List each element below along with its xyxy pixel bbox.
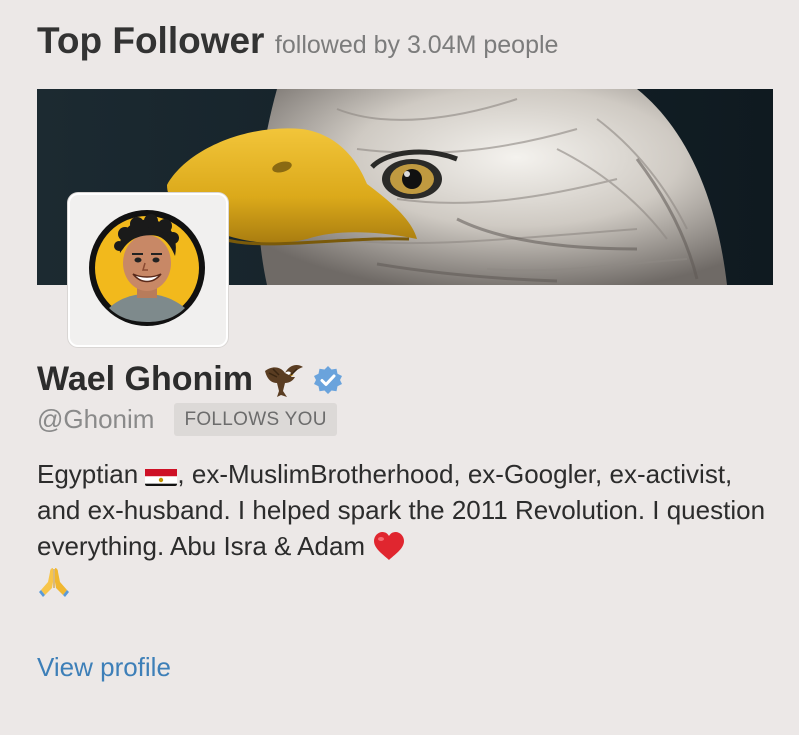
profile-handle-row: @Ghonim FOLLOWS YOU (37, 403, 337, 436)
verified-badge-icon (313, 365, 343, 395)
profile-bio: Egyptian , ex-MuslimBrotherhood, ex-Goog… (37, 456, 767, 601)
top-follower-card: Top Follower followed by 3.04M people Wa… (0, 0, 799, 735)
view-profile-link[interactable]: View profile (37, 652, 171, 683)
egypt-flag-emoji-icon (145, 464, 178, 486)
profile-name[interactable]: Wael Ghonim (37, 360, 253, 399)
follows-you-badge: FOLLOWS YOU (174, 403, 337, 436)
eagle-emoji-icon (263, 361, 305, 399)
cartoon-portrait-avatar (89, 210, 205, 326)
profile-handle[interactable]: @Ghonim (37, 404, 154, 435)
avatar[interactable] (68, 193, 228, 347)
card-heading: Top Follower followed by 3.04M people (37, 20, 558, 62)
profile-name-row: Wael Ghonim (37, 360, 343, 399)
card-subtitle: followed by 3.04M people (274, 31, 559, 59)
folded-hands-emoji-icon (37, 564, 71, 598)
card-title: Top Follower (37, 20, 265, 61)
red-heart-emoji-icon (372, 531, 406, 561)
bio-text-start: Egyptian (37, 459, 146, 489)
